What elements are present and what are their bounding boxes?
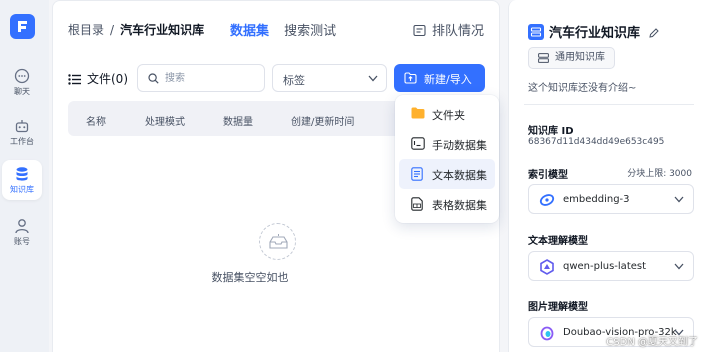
chevron-down-icon [674, 196, 684, 203]
kb-type-badge: 通用知识库 [528, 47, 615, 69]
chat-icon [14, 68, 30, 84]
text-dataset-icon [411, 167, 423, 181]
new-import-label: 新建/导入 [424, 73, 472, 86]
chevron-down-icon [674, 263, 684, 270]
column-header-mode: 处理模式 [145, 117, 185, 128]
search-icon [148, 73, 159, 84]
tag-select[interactable]: 标签 [272, 64, 387, 92]
chevron-down-icon [368, 75, 378, 82]
watermark: CSDN @夏天又到了 [606, 337, 698, 348]
breadcrumb-current: 汽车行业知识库 [120, 23, 205, 37]
nav-item-label: 账号 [14, 237, 30, 246]
import-icon [404, 72, 417, 84]
app-logo[interactable] [10, 14, 35, 39]
index-model-label: 索引模型 [528, 170, 568, 181]
search-box[interactable] [137, 64, 265, 92]
index-model-select[interactable]: embedding-3 [528, 184, 694, 214]
manual-dataset-icon [411, 137, 425, 150]
breadcrumb: 根目录 / 汽车行业知识库 [68, 21, 204, 38]
menu-item-table-dataset[interactable]: 表格数据集 [399, 189, 495, 219]
search-input[interactable] [165, 70, 257, 87]
column-header-time: 创建/更新时间 [291, 117, 355, 128]
files-label: 文件(0) [87, 72, 128, 86]
menu-item-manual-dataset[interactable]: 手动数据集 [399, 129, 495, 159]
menu-item-label: 文本数据集 [432, 169, 487, 182]
folder-icon [411, 107, 425, 119]
kb-title: 汽车行业知识库 [528, 22, 659, 41]
column-header-name: 名称 [86, 117, 106, 128]
empty-text: 数据集空空如也 [211, 271, 289, 284]
nav-item-chat[interactable]: 聊天 [2, 62, 42, 102]
user-icon [15, 219, 29, 234]
embedding-model-icon [539, 194, 555, 206]
qwen-model-icon [540, 259, 554, 275]
files-count: 文件(0) [68, 70, 128, 87]
menu-item-text-dataset[interactable]: 文本数据集 [399, 159, 495, 189]
menu-item-label: 手动数据集 [432, 139, 487, 152]
text-model-value: qwen-plus-latest [563, 261, 647, 272]
kb-type-icon [538, 53, 549, 63]
kb-id-value: 68367d11d434dd49e653c495 [528, 137, 665, 147]
index-model-value: embedding-3 [563, 194, 630, 205]
chunk-limit: 分块上限: 3000 [627, 169, 692, 179]
column-header-count: 数据量 [223, 117, 253, 128]
kb-intro[interactable]: 这个知识库还没有介绍~ [528, 79, 636, 94]
menu-item-folder[interactable]: 文件夹 [399, 99, 495, 129]
tag-select-value: 标签 [283, 74, 305, 87]
nav-item-workbench[interactable]: 工作台 [2, 112, 42, 152]
queue-status-button[interactable]: 排队情况 [413, 20, 484, 39]
image-model-label: 图片理解模型 [528, 302, 588, 313]
new-import-button[interactable]: 新建/导入 [394, 64, 485, 92]
kb-icon [528, 24, 544, 40]
queue-label: 排队情况 [431, 24, 484, 39]
tab-bar: 数据集 搜索测试 [230, 20, 346, 39]
nav-item-account[interactable]: 账号 [2, 212, 42, 252]
text-model-select[interactable]: qwen-plus-latest [528, 251, 694, 281]
nav-item-knowledge-base[interactable]: 知识库 [2, 160, 42, 200]
empty-box-icon [258, 223, 296, 260]
nav-item-label: 聊天 [14, 87, 30, 96]
database-icon [16, 167, 28, 181]
list-icon [68, 74, 81, 85]
breadcrumb-root[interactable]: 根目录 [68, 23, 104, 37]
robot-icon [15, 120, 29, 133]
empty-state: 数据集空空如也 [53, 223, 501, 285]
tab-dataset[interactable]: 数据集 [230, 20, 269, 39]
tab-search-test[interactable]: 搜索测试 [284, 20, 336, 39]
table-dataset-icon [411, 197, 423, 211]
kb-info-panel: 汽车行业知识库 通用知识库 这个知识库还没有介绍~ 知识库 ID 68367d1… [508, 0, 704, 352]
menu-item-label: 表格数据集 [432, 199, 487, 212]
side-nav: 聊天 工作台 知识库 账号 [0, 0, 49, 352]
doubao-model-icon [540, 326, 554, 341]
breadcrumb-separator: / [110, 23, 115, 37]
nav-item-label: 知识库 [10, 185, 34, 194]
text-model-label: 文本理解模型 [528, 236, 588, 247]
nav-item-label: 工作台 [10, 137, 34, 146]
kb-title-text: 汽车行业知识库 [549, 26, 641, 41]
queue-icon [413, 24, 426, 37]
kb-id-label: 知识库 ID [528, 126, 574, 137]
kb-type-label: 通用知识库 [555, 52, 605, 63]
menu-item-label: 文件夹 [432, 109, 465, 122]
divider [524, 104, 694, 105]
new-import-menu: 文件夹 手动数据集 文本数据集 表格数据集 [395, 95, 499, 223]
edit-icon[interactable] [648, 28, 659, 38]
